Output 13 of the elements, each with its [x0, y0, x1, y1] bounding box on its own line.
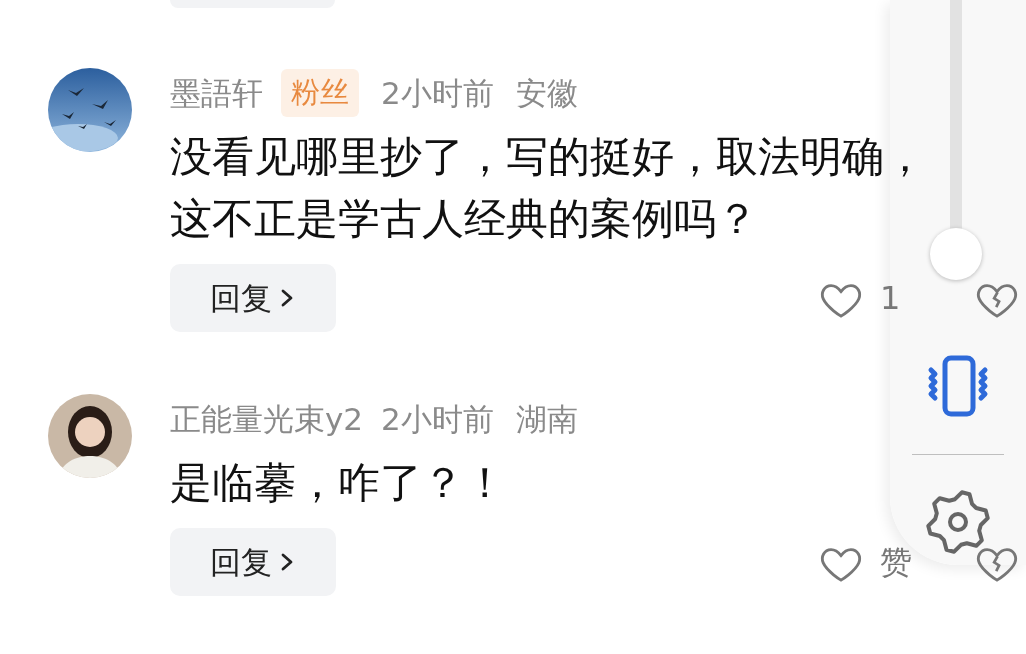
slider-thumb[interactable]	[930, 228, 982, 280]
settings-icon[interactable]	[925, 489, 991, 555]
location-label: 湖南	[515, 399, 578, 439]
comment-text: 没看见哪里抄了，写的挺好，取法明确，这不正是学古人经典的案例吗？	[170, 131, 927, 245]
comment-text: 是临摹，咋了？！	[170, 457, 506, 509]
location-label: 安徽	[515, 73, 578, 113]
reply-button[interactable]: 回复	[170, 528, 336, 596]
reply-button[interactable]: 回复	[170, 264, 336, 332]
post-time: 2小时前	[381, 73, 494, 113]
like-count: 1	[879, 278, 902, 319]
post-time: 2小时前	[381, 399, 494, 439]
like-count: 赞	[879, 542, 913, 583]
fan-badge: 粉丝	[281, 69, 359, 117]
